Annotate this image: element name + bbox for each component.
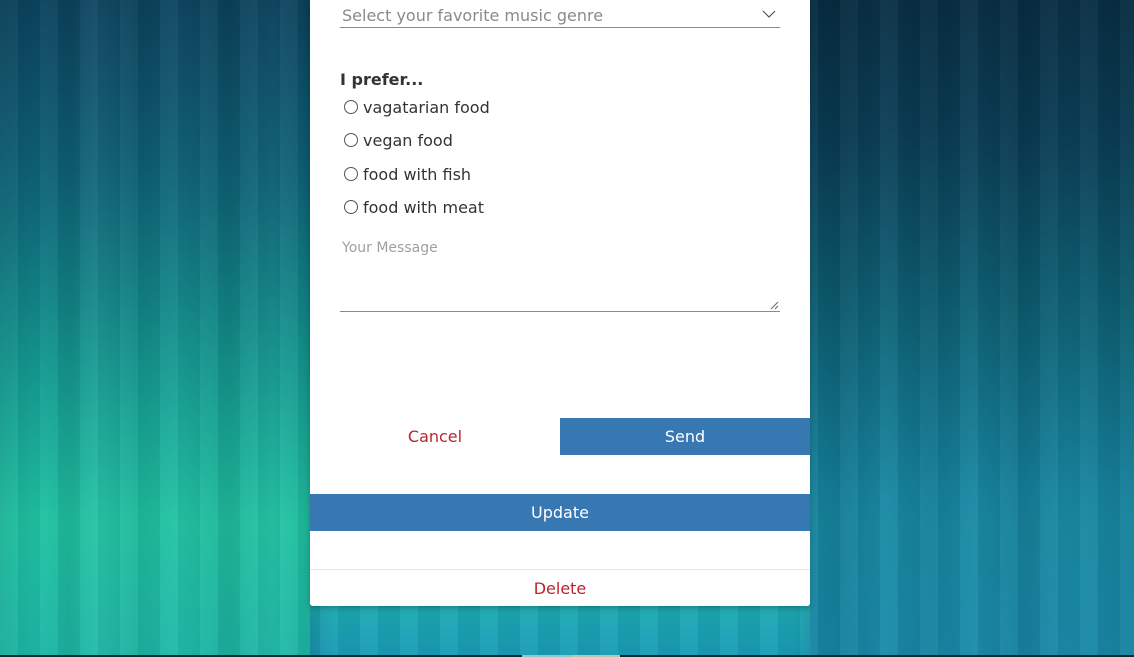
radio-label: food with meat	[363, 197, 484, 217]
delete-button[interactable]: Delete	[310, 569, 810, 606]
radio-option-meat[interactable]: food with meat	[344, 197, 484, 217]
radio-option-fish[interactable]: food with fish	[344, 164, 471, 184]
resize-grip-icon[interactable]	[770, 301, 779, 310]
music-genre-select[interactable]: Select your favorite music genre	[340, 0, 780, 28]
radio-option-vegetarian[interactable]: vagatarian food	[344, 97, 490, 117]
cancel-button[interactable]: Cancel	[310, 418, 560, 455]
radio-label: vegan food	[363, 130, 453, 150]
preference-group-label: I prefer...	[340, 70, 424, 89]
radio-circle-icon[interactable]	[344, 200, 358, 214]
radio-circle-icon[interactable]	[344, 133, 358, 147]
radio-circle-icon[interactable]	[344, 100, 358, 114]
radio-circle-icon[interactable]	[344, 167, 358, 181]
form-dialog: Select your favorite music genre I prefe…	[310, 0, 810, 606]
radio-label: food with fish	[363, 164, 472, 184]
chevron-down-icon	[762, 10, 776, 18]
update-button[interactable]: Update	[310, 494, 810, 531]
message-placeholder: Your Message	[342, 240, 438, 256]
radio-option-vegan[interactable]: vegan food	[344, 130, 453, 150]
radio-label: vagatarian food	[363, 97, 490, 117]
action-row: Cancel Send	[310, 418, 810, 455]
message-textarea[interactable]: Your Message	[340, 236, 780, 312]
music-genre-placeholder: Select your favorite music genre	[342, 6, 604, 25]
send-button[interactable]: Send	[560, 418, 810, 455]
